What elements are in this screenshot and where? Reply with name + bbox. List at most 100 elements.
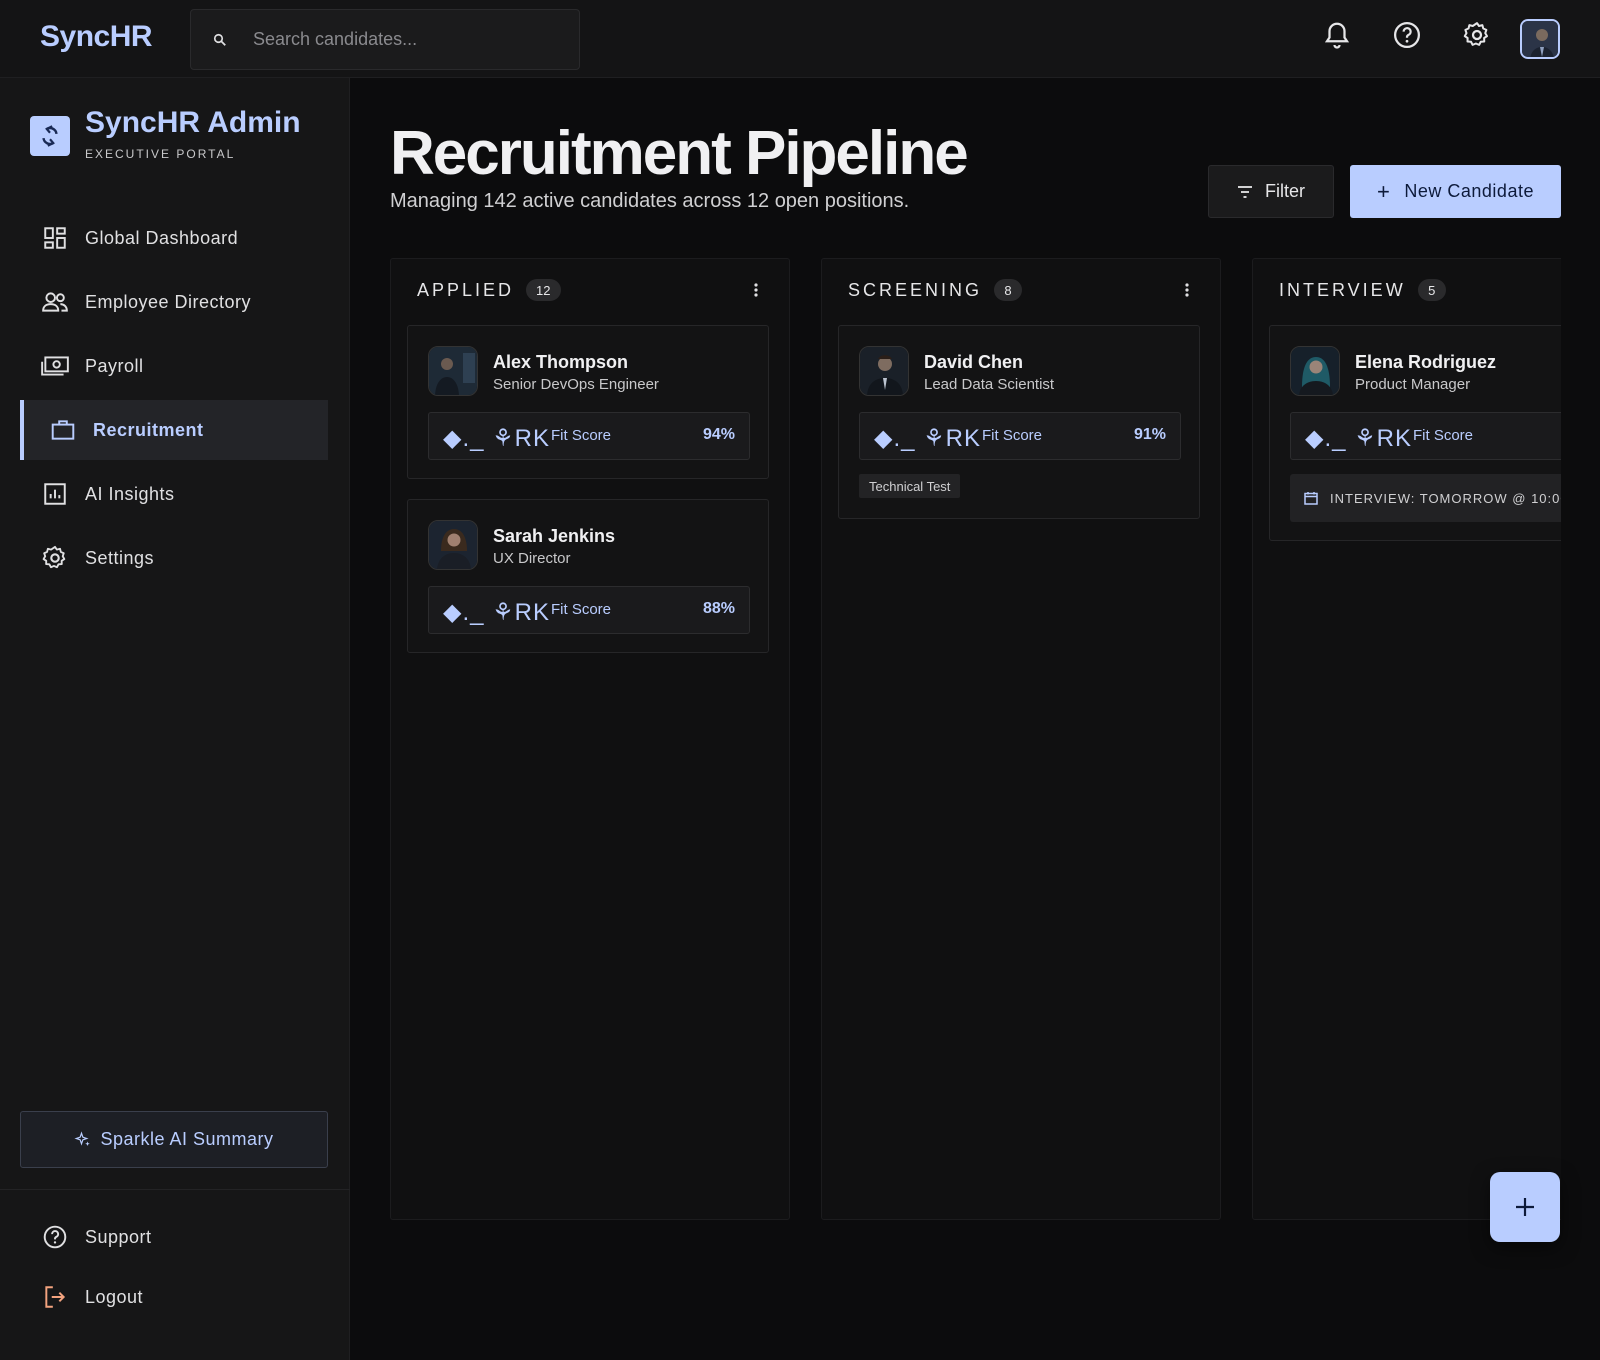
fit-score-box: ◆._ ⚘RK Fit Score 91% [859,412,1181,460]
nav-label: Payroll [85,355,144,376]
fit-score-value: 94% [702,426,735,443]
pipeline-board: APPLIED 12 Alex Thompson Senior DevOps E… [390,258,1561,1220]
nav-label: Recruitment [93,419,204,440]
sidebar: SyncHR Admin EXECUTIVE PORTAL Global Das… [0,78,350,1360]
logout-icon [40,1282,70,1312]
nav-label: AI Insights [85,483,175,504]
fit-score-label: Fit Score [1413,427,1474,444]
dashboard-icon [40,223,70,253]
column-title: APPLIED [417,279,515,300]
column-header: SCREENING 8 [848,279,1023,301]
search-box[interactable] [190,9,580,70]
filter-button[interactable]: Filter [1208,165,1334,218]
column-applied: APPLIED 12 Alex Thompson Senior DevOps E… [390,258,790,1220]
fit-score-box: ◆._ ⚘RK Fit Score 88% [428,586,750,634]
plus-icon: + [1377,178,1391,204]
nav-label: Global Dashboard [85,227,239,248]
filter-label: Filter [1265,181,1305,201]
admin-subtitle: EXECUTIVE PORTAL [85,147,236,161]
briefcase-icon [48,415,78,445]
interview-text: INTERVIEW: TOMORROW @ 10:00 AM [1330,490,1561,506]
page-title: Recruitment Pipeline [390,119,969,188]
support-link[interactable]: Support [40,1217,152,1257]
search-input[interactable] [253,29,553,50]
new-candidate-button[interactable]: + New Candidate [1350,165,1561,218]
candidate-avatar [859,346,909,396]
fit-score-label: Fit Score [982,427,1043,444]
status-tag: Technical Test [859,474,961,498]
candidate-card[interactable]: Elena Rodriguez Product Manager ◆._ ⚘RK … [1269,325,1561,541]
more-vert-icon[interactable] [751,281,761,301]
payments-icon [40,351,70,381]
filter-icon [1238,185,1252,198]
candidate-role: Product Manager [1355,376,1471,393]
sparkle-ai-summary-button[interactable]: Sparkle AI Summary [20,1111,328,1168]
candidate-card[interactable]: Alex Thompson Senior DevOps Engineer ◆._… [407,325,769,479]
candidate-name: Elena Rodriguez [1355,352,1497,372]
search-icon [213,33,226,46]
fit-logo: ◆._ ⚘RK [874,425,981,452]
admin-title: SyncHR Admin [85,106,301,139]
fit-score-box: ◆._ ⚘RK Fit Score [1290,412,1561,460]
top-bar: SyncHR [0,0,1600,78]
brand-logo[interactable]: SyncHR [40,20,153,54]
sidebar-divider [0,1189,350,1190]
gear-icon [40,543,70,573]
nav-employee-directory[interactable]: Employee Directory [20,272,328,332]
candidate-avatar [428,520,478,570]
add-fab-button[interactable] [1490,1172,1560,1242]
help-icon[interactable] [1392,20,1422,50]
fit-score-value: 88% [702,600,735,617]
column-count-badge: 12 [526,279,561,301]
sparkle-icon [74,1130,91,1146]
people-icon [40,287,70,317]
fit-logo: ◆._ ⚘RK [443,599,550,626]
candidate-role: Senior DevOps Engineer [493,376,659,393]
fit-score-box: ◆._ ⚘RK Fit Score 94% [428,412,750,460]
candidate-name: Sarah Jenkins [493,526,616,546]
sync-logo-icon [30,116,70,156]
user-avatar[interactable] [1520,19,1560,59]
candidate-name: Alex Thompson [493,352,629,372]
nav-recruitment[interactable]: Recruitment [20,400,328,460]
column-screening: SCREENING 8 David Chen Lead Data Scienti… [821,258,1221,1220]
more-vert-icon[interactable] [1182,281,1192,301]
fit-logo: ◆._ ⚘RK [443,425,550,452]
candidate-role: UX Director [493,550,571,567]
bell-icon[interactable] [1322,20,1352,50]
nav-payroll[interactable]: Payroll [20,336,328,396]
nav-label: Employee Directory [85,291,252,312]
candidate-card[interactable]: Sarah Jenkins UX Director ◆._ ⚘RK Fit Sc… [407,499,769,653]
fit-logo: ◆._ ⚘RK [1305,425,1412,452]
interview-schedule-badge: INTERVIEW: TOMORROW @ 10:00 AM [1290,474,1561,522]
nav-ai-insights[interactable]: AI Insights [20,464,328,524]
candidate-card[interactable]: David Chen Lead Data Scientist ◆._ ⚘RK F… [838,325,1200,519]
plus-icon [1516,1198,1534,1216]
column-title: SCREENING [848,279,983,300]
column-count-badge: 8 [994,279,1023,301]
nav-global-dashboard[interactable]: Global Dashboard [20,208,328,268]
fit-score-value: 91% [1133,426,1166,443]
column-title: INTERVIEW [1279,279,1406,300]
help-icon [40,1222,70,1252]
logout-label: Logout [85,1286,144,1307]
column-count-badge: 5 [1417,279,1446,301]
nav-label: Settings [85,547,155,568]
column-interview: INTERVIEW 5 Elena Rodriguez Product Mana… [1252,258,1561,1220]
fit-score-label: Fit Score [551,427,612,444]
fit-score-label: Fit Score [551,601,612,618]
candidate-role: Lead Data Scientist [924,376,1055,393]
page-subtitle: Managing 142 active candidates across 12… [390,190,910,212]
column-header: APPLIED 12 [417,279,561,301]
support-label: Support [85,1226,152,1247]
column-header: INTERVIEW 5 [1279,279,1446,301]
nav-settings[interactable]: Settings [20,528,328,588]
calendar-icon [1304,492,1318,505]
gear-icon[interactable] [1462,20,1492,50]
analytics-icon [40,479,70,509]
logout-link[interactable]: Logout [40,1277,143,1317]
candidate-avatar [1290,346,1340,396]
candidate-avatar [428,346,478,396]
new-candidate-label: New Candidate [1404,181,1534,201]
candidate-name: David Chen [924,352,1024,372]
